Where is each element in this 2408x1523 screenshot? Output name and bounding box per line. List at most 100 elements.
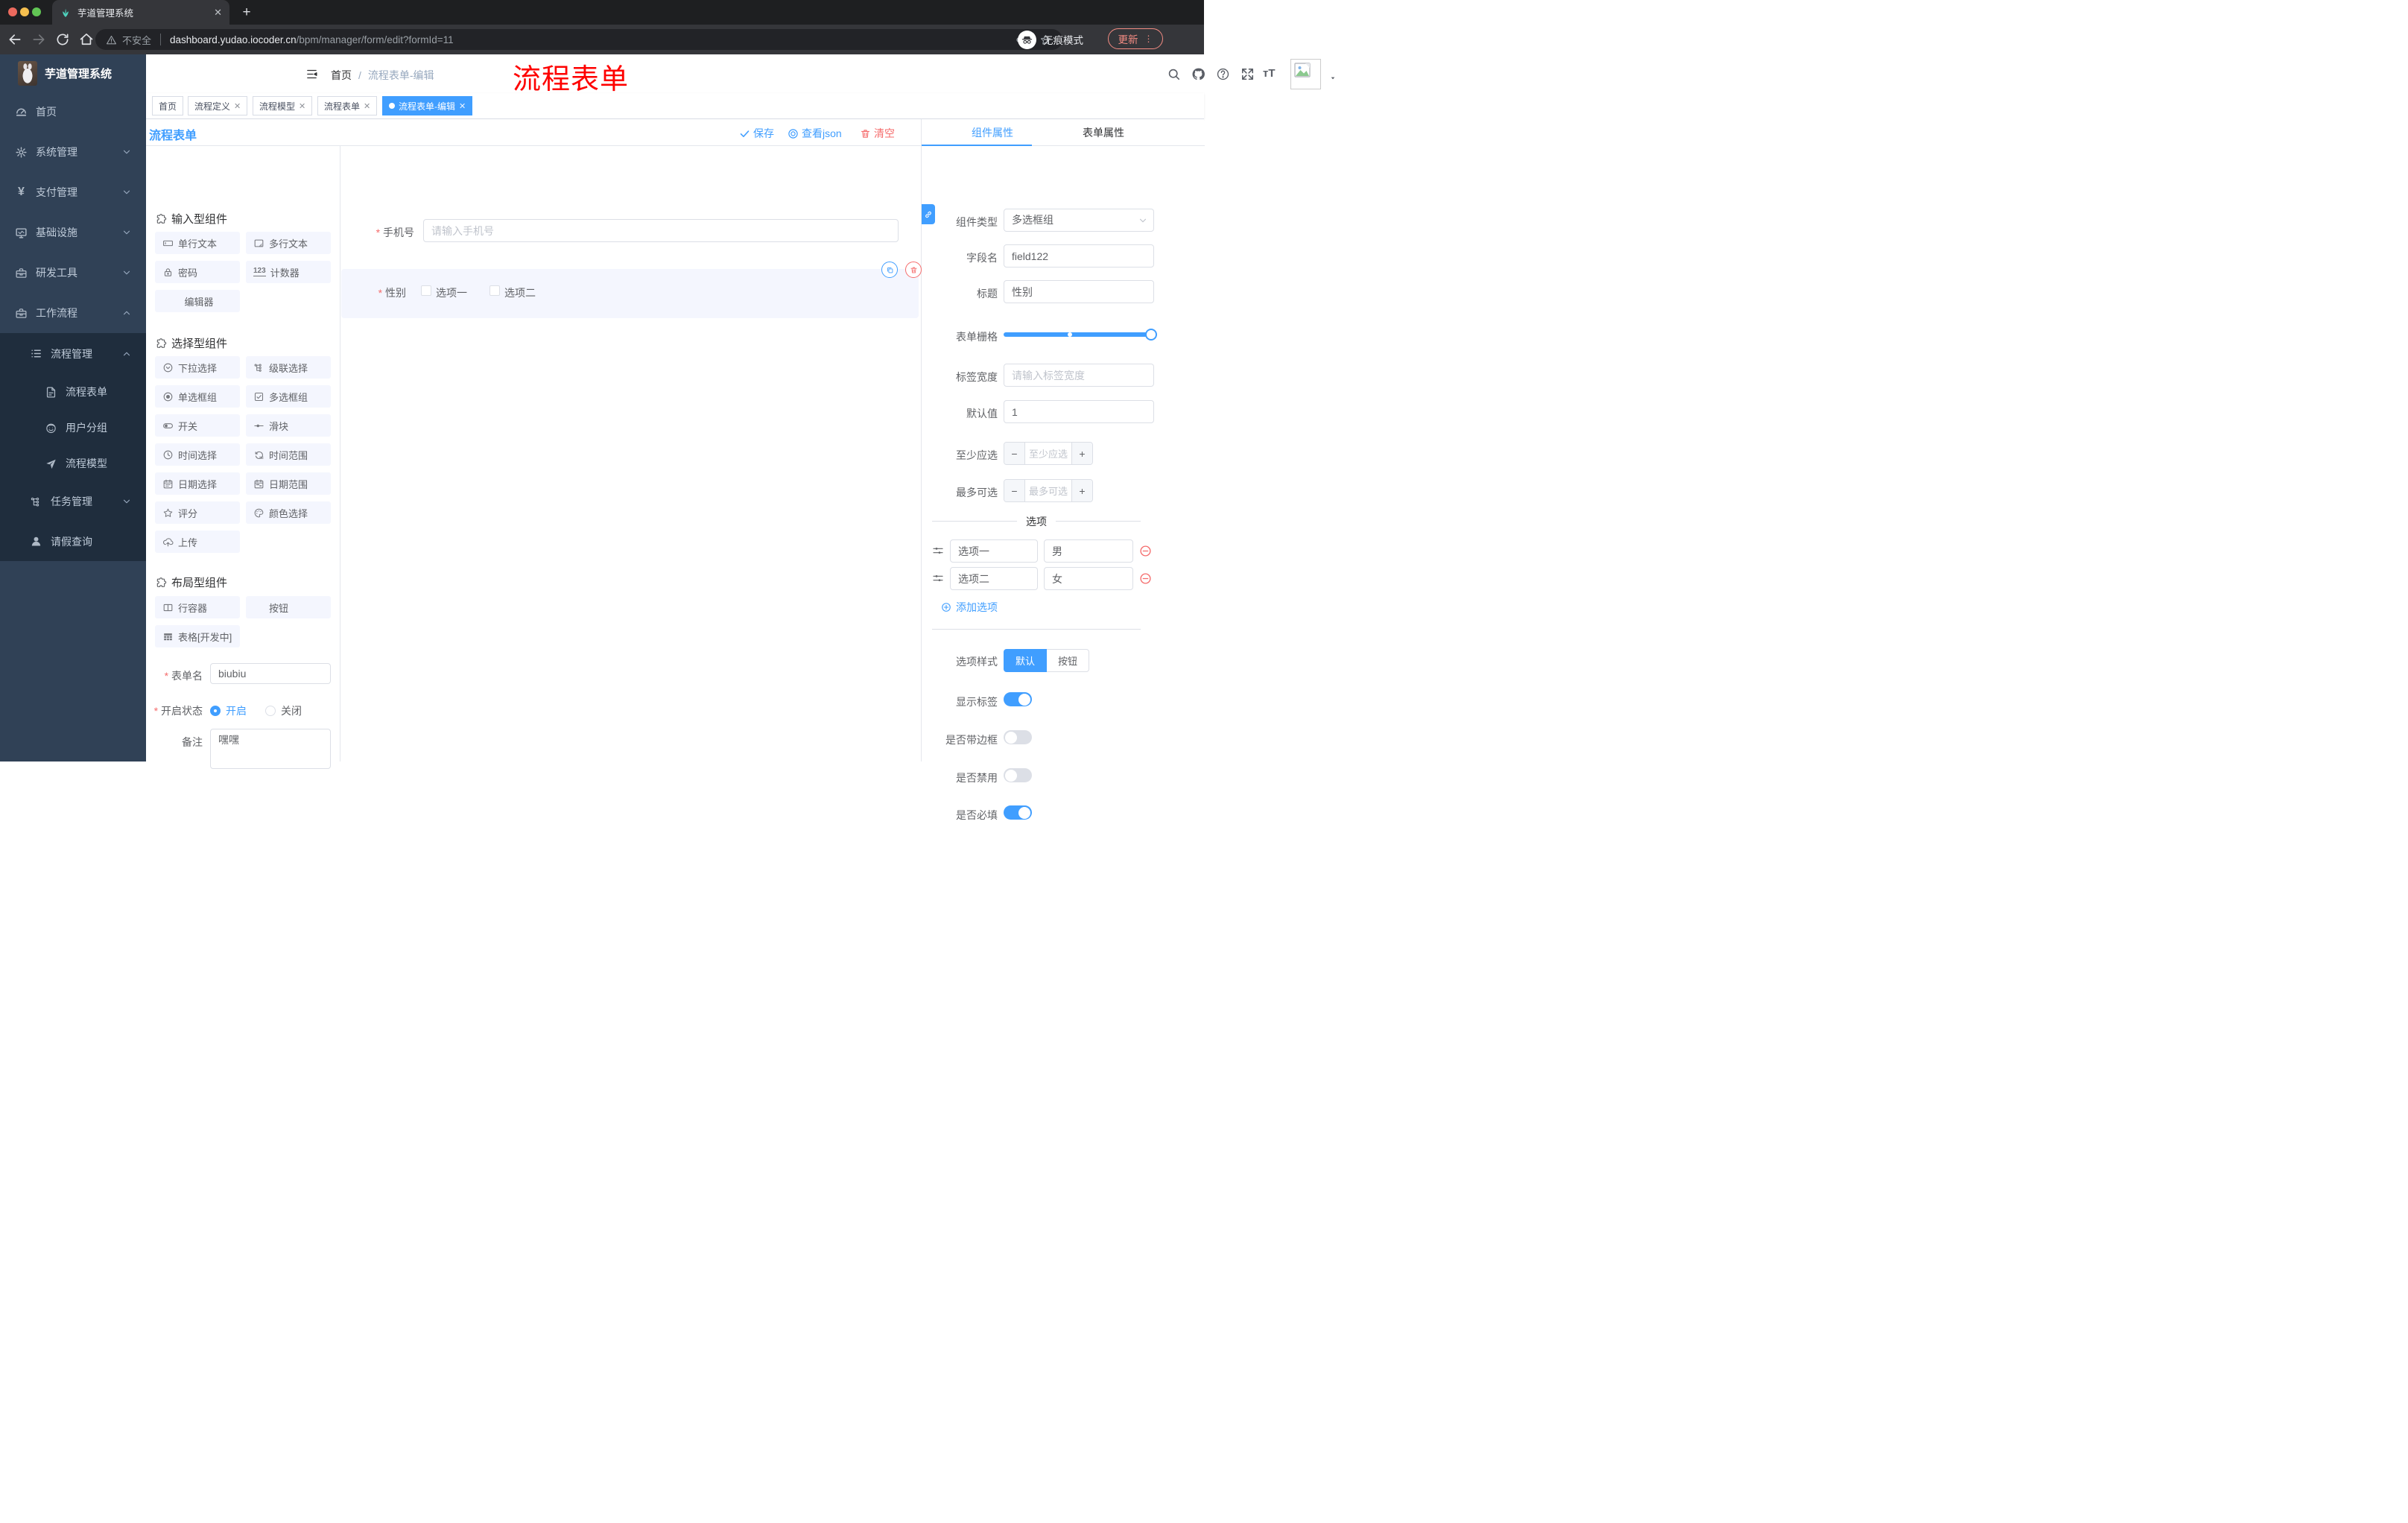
tag-process-definition[interactable]: 流程定义 ✕ bbox=[188, 96, 248, 115]
form-name-input[interactable] bbox=[210, 663, 331, 684]
option1-label-input[interactable] bbox=[950, 539, 1038, 563]
remove-option-icon[interactable] bbox=[1139, 545, 1152, 557]
tag-process-model[interactable]: 流程模型 ✕ bbox=[253, 96, 313, 115]
sidebar-item-infra[interactable]: 基础设施 bbox=[0, 212, 146, 253]
sidebar-item-task-mgmt[interactable]: 任务管理 bbox=[0, 481, 146, 522]
search-icon[interactable] bbox=[1167, 67, 1181, 81]
avatar-caret-icon[interactable] bbox=[1329, 75, 1337, 81]
option1-value-input[interactable] bbox=[1044, 539, 1133, 563]
component-item-rate[interactable]: 评分 bbox=[155, 501, 240, 524]
tag-close-icon[interactable]: ✕ bbox=[299, 101, 305, 111]
phone-field-input[interactable] bbox=[423, 219, 899, 242]
address-bar[interactable]: 不安全 dashboard.yudao.iocoder.cn/bpm/manag… bbox=[95, 29, 1062, 50]
forward-icon[interactable] bbox=[31, 32, 46, 47]
component-item-upload[interactable]: 上传 bbox=[155, 531, 240, 553]
stepper-plus-button[interactable]: + bbox=[1071, 443, 1092, 464]
default-value-input[interactable] bbox=[1004, 400, 1154, 423]
close-window-button[interactable] bbox=[8, 7, 17, 16]
component-type-select[interactable]: 多选框组 bbox=[1004, 209, 1154, 232]
sidebar-item-system[interactable]: 系统管理 bbox=[0, 132, 146, 172]
tab-close-icon[interactable]: ✕ bbox=[214, 7, 222, 19]
tag-process-form-edit[interactable]: 流程表单-编辑 ✕ bbox=[382, 96, 473, 115]
tag-close-icon[interactable]: ✕ bbox=[459, 101, 466, 111]
drag-handle-icon[interactable] bbox=[932, 545, 944, 557]
component-item-row-container[interactable]: 行容器 bbox=[155, 596, 240, 618]
sidebar-item-payment[interactable]: ¥ 支付管理 bbox=[0, 172, 146, 212]
sidebar-item-user-group[interactable]: 用户分组 bbox=[0, 410, 146, 446]
new-tab-button[interactable]: + bbox=[237, 3, 256, 22]
fullscreen-icon[interactable] bbox=[1241, 67, 1255, 81]
style-button-button[interactable]: 按钮 bbox=[1047, 649, 1090, 672]
browser-menu-icon[interactable]: ⋮ bbox=[1144, 34, 1153, 44]
disabled-toggle[interactable] bbox=[1004, 768, 1032, 782]
security-label[interactable]: 不安全 bbox=[122, 33, 151, 47]
tab-component-props[interactable]: 组件属性 bbox=[972, 125, 1013, 140]
component-item-button[interactable]: 按钮 bbox=[246, 596, 331, 618]
save-button[interactable]: 保存 bbox=[739, 126, 774, 141]
view-json-button[interactable]: 查看json bbox=[788, 126, 842, 141]
min-select-placeholder[interactable]: 至少应选 bbox=[1025, 443, 1071, 464]
add-option-button[interactable]: 添加选项 bbox=[941, 600, 998, 615]
component-item-color-picker[interactable]: 颜色选择 bbox=[246, 501, 331, 524]
component-item-checkbox-group[interactable]: 多选框组 bbox=[246, 385, 331, 408]
component-item-time-range[interactable]: 时间范围 bbox=[246, 443, 331, 466]
sidebar-item-workflow[interactable]: 工作流程 bbox=[0, 293, 146, 333]
minimize-window-button[interactable] bbox=[20, 7, 29, 16]
drag-handle-icon[interactable] bbox=[932, 572, 944, 584]
github-icon[interactable] bbox=[1191, 67, 1205, 81]
component-item-date-picker[interactable]: 日期选择 bbox=[155, 472, 240, 495]
tag-process-form[interactable]: 流程表单 ✕ bbox=[317, 96, 378, 115]
component-item-counter[interactable]: 123 计数器 bbox=[246, 261, 331, 283]
gender-option1-checkbox[interactable] bbox=[421, 285, 431, 296]
component-item-switch[interactable]: 开关 bbox=[155, 414, 240, 437]
remove-option-icon[interactable] bbox=[1139, 572, 1152, 585]
reload-icon[interactable] bbox=[55, 32, 70, 47]
title-input[interactable] bbox=[1004, 280, 1154, 303]
component-item-time-picker[interactable]: 时间选择 bbox=[155, 443, 240, 466]
maximize-window-button[interactable] bbox=[32, 7, 41, 16]
option2-label-input[interactable] bbox=[950, 567, 1038, 590]
link-tag[interactable] bbox=[922, 204, 935, 224]
form-grid-slider[interactable] bbox=[1004, 332, 1156, 337]
style-default-button[interactable]: 默认 bbox=[1004, 649, 1048, 672]
help-icon[interactable] bbox=[1216, 67, 1230, 81]
component-item-multi-line-text[interactable]: 多行文本 bbox=[246, 232, 331, 254]
tag-close-icon[interactable]: ✕ bbox=[364, 101, 370, 111]
app-logo[interactable]: 芋道管理系统 bbox=[0, 54, 146, 92]
sidebar-item-devtools[interactable]: 研发工具 bbox=[0, 253, 146, 293]
avatar[interactable] bbox=[1290, 59, 1321, 89]
tag-home[interactable]: 首页 bbox=[152, 96, 184, 115]
sidebar-item-process-model[interactable]: 流程模型 bbox=[0, 446, 146, 481]
status-on-radio[interactable]: 开启 bbox=[210, 703, 247, 718]
component-item-radio-group[interactable]: 单选框组 bbox=[155, 385, 240, 408]
breadcrumb-home[interactable]: 首页 bbox=[331, 69, 352, 81]
browser-update-button[interactable]: 更新 ⋮ bbox=[1108, 28, 1163, 49]
form-remark-textarea[interactable]: 嘿嘿 bbox=[210, 729, 331, 769]
status-off-radio[interactable]: 关闭 bbox=[265, 703, 302, 718]
font-size-icon[interactable]: тT bbox=[1263, 67, 1276, 80]
sidebar-fold-icon[interactable] bbox=[305, 68, 318, 80]
component-item-password[interactable]: 密码 bbox=[155, 261, 240, 283]
stepper-minus-button[interactable]: − bbox=[1004, 480, 1025, 501]
component-item-select[interactable]: 下拉选择 bbox=[155, 356, 240, 379]
max-select-placeholder[interactable]: 最多可选 bbox=[1025, 480, 1071, 501]
gender-option2-checkbox[interactable] bbox=[489, 285, 500, 296]
tag-close-icon[interactable]: ✕ bbox=[234, 101, 241, 111]
component-item-editor[interactable]: 编辑器 bbox=[155, 290, 240, 312]
clear-button[interactable]: 清空 bbox=[860, 126, 895, 141]
sidebar-item-leave-query[interactable]: 请假查询 bbox=[0, 522, 146, 561]
field-name-input[interactable] bbox=[1004, 244, 1154, 267]
copy-component-button[interactable] bbox=[881, 262, 898, 278]
label-width-input[interactable] bbox=[1004, 364, 1154, 387]
show-label-toggle[interactable] bbox=[1004, 692, 1032, 706]
stepper-plus-button[interactable]: + bbox=[1071, 480, 1092, 501]
required-toggle[interactable] bbox=[1004, 805, 1032, 820]
component-item-single-line-text[interactable]: 单行文本 bbox=[155, 232, 240, 254]
component-item-date-range[interactable]: 日期范围 bbox=[246, 472, 331, 495]
delete-component-button[interactable] bbox=[905, 262, 922, 278]
sidebar-item-process-form[interactable]: 流程表单 bbox=[0, 374, 146, 410]
tab-form-props[interactable]: 表单属性 bbox=[1083, 125, 1124, 140]
component-item-cascader[interactable]: 级联选择 bbox=[246, 356, 331, 379]
browser-tab[interactable]: 芋道管理系统 ✕ bbox=[52, 0, 229, 25]
stepper-minus-button[interactable]: − bbox=[1004, 443, 1025, 464]
